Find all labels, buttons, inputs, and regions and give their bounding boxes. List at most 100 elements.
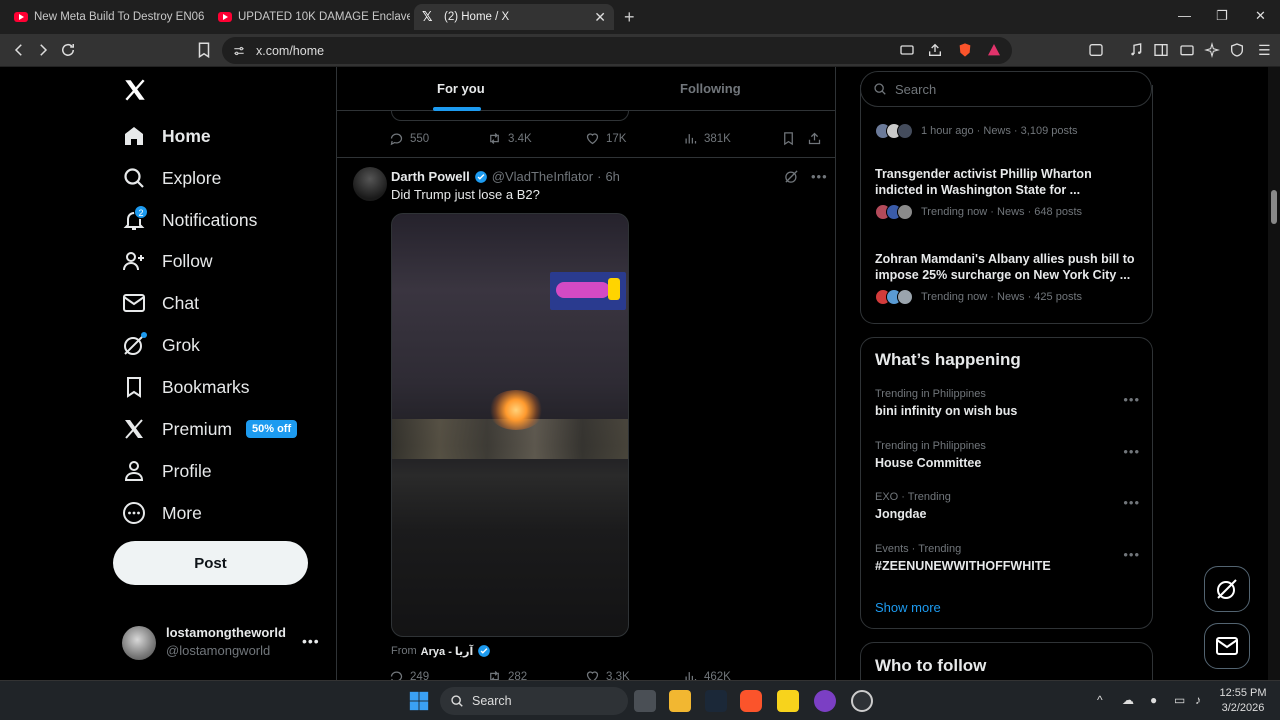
account-switcher[interactable]: lostamongtheworld @lostamongworld ••• — [122, 623, 327, 663]
mail-icon — [1216, 637, 1238, 655]
search-input[interactable]: Search — [860, 71, 1152, 107]
views-button[interactable]: 381K — [683, 131, 731, 146]
more-icon[interactable]: ••• — [1123, 495, 1140, 510]
windows-start-icon[interactable] — [408, 690, 430, 712]
author-handle[interactable]: @VladTheInflator — [492, 169, 593, 184]
sidebar-toggle-icon[interactable] — [1153, 42, 1169, 58]
brave-browser-icon[interactable] — [740, 690, 762, 712]
chat-app-icon[interactable] — [814, 690, 836, 712]
avatar[interactable] — [353, 167, 387, 201]
nav-item-premium[interactable]: Premium 50% off — [122, 413, 298, 445]
share-icon[interactable] — [927, 42, 943, 58]
source-name[interactable]: Arya - آریا — [421, 645, 474, 658]
back-icon[interactable] — [10, 41, 28, 59]
views-button[interactable]: 462K — [683, 669, 731, 680]
more-circle-icon — [123, 502, 145, 524]
browser-tab-active[interactable]: 𝕏 (2) Home / X ✕ — [414, 4, 614, 30]
restore-button[interactable]: ❐ — [1216, 8, 1228, 24]
trend-item[interactable]: Trending in Philippines bini infinity on… — [875, 388, 1140, 418]
ai-sparkle-icon[interactable] — [1204, 42, 1220, 58]
cloud-icon[interactable]: ☁ — [1122, 693, 1134, 707]
reply-button[interactable]: 249 — [389, 669, 429, 680]
brave-shields-icon[interactable] — [957, 42, 973, 58]
tab-for-you[interactable]: For you — [437, 81, 485, 96]
new-tab-button[interactable]: + — [624, 7, 635, 28]
file-explorer-icon[interactable] — [669, 690, 691, 712]
news-item[interactable]: Transgender activist Phillip Wharton ind… — [875, 166, 1140, 220]
avatar — [122, 626, 156, 660]
wallet-icon[interactable] — [1179, 42, 1195, 58]
system-clock[interactable]: 12:55 PM 3/2/2026 — [1214, 686, 1272, 716]
microphone-icon[interactable]: ● — [1150, 693, 1157, 707]
browser-tab[interactable]: UPDATED 10K DAMAGE Enclave Plas — [210, 4, 410, 30]
window-close-button[interactable]: ✕ — [1255, 8, 1266, 24]
minimize-button[interactable]: — — [1178, 8, 1191, 23]
more-icon[interactable]: ••• — [1123, 392, 1140, 407]
nav-item-follow[interactable]: Follow — [122, 245, 213, 277]
nav-item-bookmarks[interactable]: Bookmarks — [122, 371, 250, 403]
messages-floating-button[interactable] — [1204, 623, 1250, 669]
trend-item[interactable]: Events · Trending #ZEENUNEWWITHOFFWHITE … — [875, 543, 1140, 573]
grok-floating-button[interactable] — [1204, 566, 1250, 612]
task-view-icon[interactable] — [634, 690, 656, 712]
volume-icon[interactable]: ♪ — [1195, 693, 1201, 707]
tab-following[interactable]: Following — [680, 81, 741, 96]
repost-button[interactable]: 282 — [487, 669, 527, 680]
chevron-up-icon[interactable]: ^ — [1097, 693, 1103, 707]
steam-icon[interactable] — [705, 690, 727, 712]
repost-button[interactable]: 3.4K — [487, 131, 532, 146]
taskbar-search-label: Search — [472, 694, 512, 708]
share-button[interactable] — [807, 131, 828, 146]
taskbar-search[interactable]: Search — [440, 687, 628, 715]
close-icon[interactable]: ✕ — [594, 9, 606, 26]
nav-item-label: Bookmarks — [162, 376, 250, 397]
bookmark-icon — [784, 132, 793, 146]
cast-icon[interactable] — [899, 42, 915, 58]
nav-item-grok[interactable]: Grok — [122, 329, 200, 361]
menu-icon[interactable]: ☰ — [1258, 42, 1274, 58]
reply-button[interactable]: 550 — [389, 131, 429, 146]
more-icon[interactable]: ••• — [1123, 444, 1140, 459]
page-scrollbar[interactable] — [1268, 67, 1280, 680]
scrollbar-thumb[interactable] — [1271, 190, 1277, 224]
x-logo-icon[interactable] — [122, 77, 148, 103]
news-item[interactable]: 1 hour ago · News · 3,109 posts — [875, 123, 1140, 139]
nav-item-profile[interactable]: Profile — [122, 455, 212, 487]
like-button[interactable]: 17K — [585, 131, 626, 146]
forward-icon[interactable] — [34, 41, 52, 59]
more-icon[interactable]: ••• — [302, 633, 320, 649]
app-icon[interactable] — [851, 690, 873, 712]
bookmark-page-icon[interactable] — [195, 41, 213, 59]
nav-item-more[interactable]: More — [122, 497, 202, 529]
post-button[interactable]: Post — [113, 541, 308, 585]
news-item[interactable]: Zohran Mamdani's Albany allies push bill… — [875, 251, 1140, 305]
brave-rewards-icon[interactable] — [986, 42, 1002, 58]
reload-icon[interactable] — [59, 41, 77, 59]
author-name[interactable]: Darth Powell — [391, 169, 470, 184]
site-settings-icon[interactable] — [232, 44, 246, 58]
bookmark-button[interactable] — [781, 131, 802, 146]
tweet-video[interactable] — [391, 213, 629, 637]
more-icon[interactable]: ••• — [811, 169, 828, 184]
address-bar[interactable]: x.com/home — [222, 37, 1012, 64]
show-more-link[interactable]: Show more — [875, 600, 941, 615]
tweet-time[interactable]: 6h — [605, 169, 619, 184]
vpn-icon[interactable] — [1229, 42, 1245, 58]
like-button[interactable]: 3.3K — [585, 669, 630, 680]
network-icon[interactable]: ▭ — [1174, 693, 1185, 707]
browser-tab[interactable]: New Meta Build To Destroy EN06 Sh — [6, 4, 206, 30]
who-to-follow-panel: Who to follow — [860, 642, 1153, 680]
trend-item[interactable]: EXO · Trending Jongdae ••• — [875, 491, 1140, 521]
trend-item[interactable]: Trending in Philippines House Committee … — [875, 440, 1140, 470]
media-icon[interactable] — [1128, 42, 1144, 58]
nav-item-notifications[interactable]: 2 Notifications — [122, 204, 257, 236]
nav-item-explore[interactable]: Explore — [122, 162, 221, 194]
nav-item-home[interactable]: Home — [122, 120, 211, 152]
clock-time: 12:55 PM — [1219, 687, 1267, 699]
browser-tab-bar: New Meta Build To Destroy EN06 Sh UPDATE… — [0, 0, 1280, 34]
nav-item-chat[interactable]: Chat — [122, 287, 199, 319]
sticky-notes-icon[interactable] — [777, 690, 799, 712]
leo-icon[interactable] — [1088, 42, 1104, 58]
more-icon[interactable]: ••• — [1123, 547, 1140, 562]
grok-icon[interactable] — [784, 169, 799, 184]
